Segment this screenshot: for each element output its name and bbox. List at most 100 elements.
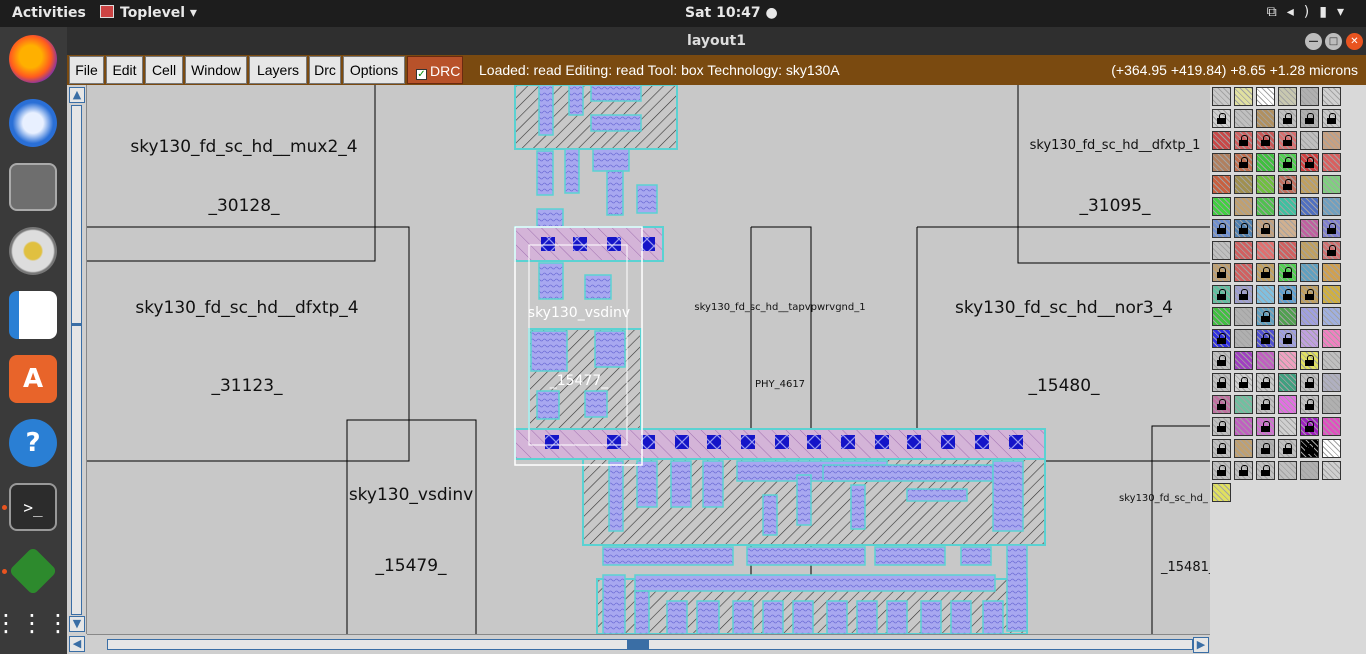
layer-swatch[interactable] xyxy=(1278,285,1297,304)
layer-swatch[interactable] xyxy=(1256,219,1275,238)
firefox-icon[interactable] xyxy=(9,35,57,83)
layer-swatch[interactable] xyxy=(1256,131,1275,150)
layer-swatch[interactable] xyxy=(1300,373,1319,392)
layer-swatch[interactable] xyxy=(1278,87,1297,106)
layer-swatch[interactable] xyxy=(1212,219,1231,238)
layer-swatch[interactable] xyxy=(1234,219,1253,238)
window-menu[interactable]: Window xyxy=(185,56,247,84)
layer-swatch[interactable] xyxy=(1212,263,1231,282)
close-button[interactable]: ✕ xyxy=(1346,33,1363,50)
layer-swatch[interactable] xyxy=(1278,153,1297,172)
layer-swatch[interactable] xyxy=(1234,197,1253,216)
vim-icon[interactable] xyxy=(8,546,58,596)
layer-swatch[interactable] xyxy=(1300,329,1319,348)
layer-swatch[interactable] xyxy=(1300,395,1319,414)
layer-swatch[interactable] xyxy=(1256,417,1275,436)
layer-swatch[interactable] xyxy=(1212,285,1231,304)
layer-swatch[interactable] xyxy=(1278,461,1297,480)
layer-swatch[interactable] xyxy=(1234,87,1253,106)
layer-swatch[interactable] xyxy=(1300,439,1319,458)
layer-swatch[interactable] xyxy=(1300,417,1319,436)
layer-swatch[interactable] xyxy=(1212,329,1231,348)
writer-icon[interactable] xyxy=(9,291,57,339)
layer-swatch[interactable] xyxy=(1322,373,1341,392)
layer-swatch[interactable] xyxy=(1212,351,1231,370)
file-menu[interactable]: File xyxy=(69,56,104,84)
layer-swatch[interactable] xyxy=(1256,329,1275,348)
window-titlebar[interactable]: layout1 — □ ✕ xyxy=(67,27,1366,55)
layer-swatch[interactable] xyxy=(1300,285,1319,304)
layer-swatch[interactable] xyxy=(1322,263,1341,282)
layer-swatch[interactable] xyxy=(1234,241,1253,260)
layer-swatch[interactable] xyxy=(1322,329,1341,348)
maximize-button[interactable]: □ xyxy=(1325,33,1342,50)
layer-swatch[interactable] xyxy=(1234,329,1253,348)
layer-swatch[interactable] xyxy=(1212,417,1231,436)
layer-swatch[interactable] xyxy=(1234,109,1253,128)
layer-swatch[interactable] xyxy=(1234,175,1253,194)
layer-swatch[interactable] xyxy=(1278,197,1297,216)
layer-swatch[interactable] xyxy=(1212,483,1231,502)
layer-swatch[interactable] xyxy=(1300,241,1319,260)
layer-swatch[interactable] xyxy=(1322,461,1341,480)
layer-swatch[interactable] xyxy=(1256,439,1275,458)
layer-swatch[interactable] xyxy=(1300,131,1319,150)
layer-swatch[interactable] xyxy=(1322,417,1341,436)
layer-swatch[interactable] xyxy=(1300,153,1319,172)
layer-swatch[interactable] xyxy=(1322,285,1341,304)
layer-swatch[interactable] xyxy=(1212,439,1231,458)
layer-swatch[interactable] xyxy=(1256,285,1275,304)
layout-canvas[interactable]: sky130_fd_sc_hd__mux2_4 _30128_ sky130_f… xyxy=(87,85,1210,634)
layer-swatch[interactable] xyxy=(1256,153,1275,172)
layer-swatch[interactable] xyxy=(1278,219,1297,238)
layer-swatch[interactable] xyxy=(1234,461,1253,480)
cell-menu[interactable]: Cell xyxy=(145,56,183,84)
layer-swatch[interactable] xyxy=(1322,131,1341,150)
layer-swatch[interactable] xyxy=(1256,263,1275,282)
activities-button[interactable]: Activities xyxy=(12,5,86,21)
layer-swatch[interactable] xyxy=(1300,197,1319,216)
layer-swatch[interactable] xyxy=(1256,461,1275,480)
layer-swatch[interactable] xyxy=(1300,351,1319,370)
layer-swatch[interactable] xyxy=(1278,373,1297,392)
app-menu[interactable]: Toplevel ▾ xyxy=(100,5,197,21)
layer-swatch[interactable] xyxy=(1212,461,1231,480)
layer-swatch[interactable] xyxy=(1234,285,1253,304)
horizontal-scroll-thumb[interactable] xyxy=(627,639,649,650)
layer-swatch[interactable] xyxy=(1234,373,1253,392)
drc-toggle[interactable]: ✓ DRC xyxy=(407,56,463,84)
help-icon[interactable]: ? xyxy=(9,419,57,467)
layer-swatch[interactable] xyxy=(1278,175,1297,194)
options-menu[interactable]: Options xyxy=(343,56,405,84)
layer-swatch[interactable] xyxy=(1278,131,1297,150)
software-icon[interactable]: A xyxy=(9,355,57,403)
layer-swatch[interactable] xyxy=(1322,197,1341,216)
layer-swatch[interactable] xyxy=(1234,439,1253,458)
layer-swatch[interactable] xyxy=(1322,241,1341,260)
drc-checkbox[interactable]: ✓ xyxy=(416,69,427,80)
layer-swatch[interactable] xyxy=(1256,175,1275,194)
drc-menu[interactable]: Drc xyxy=(309,56,341,84)
layer-swatch[interactable] xyxy=(1322,439,1341,458)
layer-swatch[interactable] xyxy=(1234,351,1253,370)
horizontal-scrollbar[interactable]: ▶ xyxy=(87,634,1210,654)
layer-swatch[interactable] xyxy=(1212,175,1231,194)
layer-swatch[interactable] xyxy=(1322,219,1341,238)
layer-swatch[interactable] xyxy=(1234,307,1253,326)
layer-swatch[interactable] xyxy=(1212,153,1231,172)
layer-swatch[interactable] xyxy=(1300,461,1319,480)
layer-swatch[interactable] xyxy=(1300,307,1319,326)
layer-swatch[interactable] xyxy=(1278,439,1297,458)
thunderbird-icon[interactable] xyxy=(9,99,57,147)
layer-swatch[interactable] xyxy=(1322,307,1341,326)
app-grid-icon[interactable]: ⋮⋮⋮ xyxy=(0,599,70,647)
layer-swatch[interactable] xyxy=(1256,197,1275,216)
layer-swatch[interactable] xyxy=(1212,131,1231,150)
layer-swatch[interactable] xyxy=(1234,395,1253,414)
layer-swatch[interactable] xyxy=(1212,241,1231,260)
scroll-up-icon[interactable]: ▲ xyxy=(69,87,85,103)
layer-swatch[interactable] xyxy=(1300,109,1319,128)
layer-swatch[interactable] xyxy=(1300,175,1319,194)
layer-swatch[interactable] xyxy=(1256,351,1275,370)
layer-swatch[interactable] xyxy=(1278,307,1297,326)
